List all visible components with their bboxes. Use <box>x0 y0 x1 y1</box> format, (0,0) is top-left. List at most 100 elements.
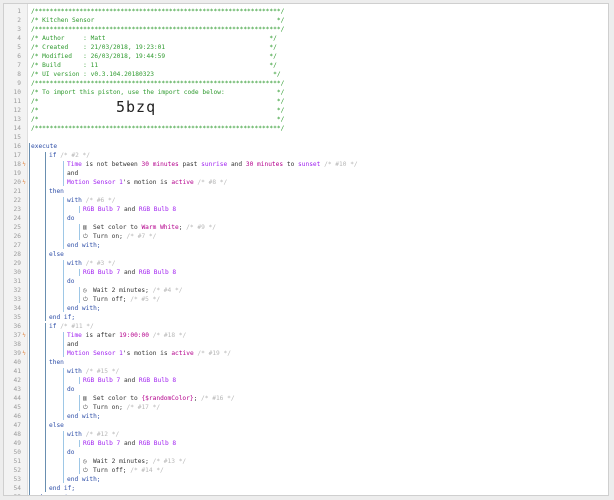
code-line: then <box>49 358 64 367</box>
block-bracket <box>63 332 64 357</box>
line-number: 20 <box>13 179 21 186</box>
power-icon: ⏻ <box>83 467 88 474</box>
header-border: /***************************************… <box>31 7 284 16</box>
code-token: else <box>49 251 64 258</box>
code-line: if /* #11 */ <box>49 322 94 331</box>
block-bracket <box>29 143 30 495</box>
condition-line: Time is not between 30 minutes past sunr… <box>67 160 358 169</box>
header-border: /***************************************… <box>31 79 284 88</box>
condition-trigger-icon: ϟ <box>22 161 26 168</box>
action-line: Turn on; /* #7 */ <box>93 232 156 241</box>
action-line: Wait 2 minutes; /* #13 */ <box>93 457 186 466</box>
line-number: 7 <box>17 62 21 69</box>
code-token: /* #3 */ <box>85 260 116 267</box>
code-token: RGB Bulb 7 <box>83 206 121 213</box>
block-bracket <box>79 440 80 447</box>
block-bracket <box>63 431 64 483</box>
line-number: 37 <box>13 332 21 339</box>
code-line: /* UI version : v0.3.104.20180323 */ <box>31 70 281 79</box>
block-bracket <box>79 269 80 276</box>
code-line: end with; <box>67 412 101 421</box>
code-token: and <box>227 161 246 168</box>
code-line: do <box>67 277 74 286</box>
code-token: do <box>67 215 75 222</box>
line-number: 47 <box>13 422 21 429</box>
code-token: with <box>67 197 82 204</box>
power-icon: ⏻ <box>83 404 88 411</box>
line-number: 44 <box>13 395 21 402</box>
code-token: /* #18 */ <box>148 332 187 339</box>
code-token: RGB Bulb 7 <box>83 269 121 276</box>
header-border: /***************************************… <box>31 124 284 133</box>
code-token: /* #9 */ <box>182 224 216 231</box>
line-number: 2 <box>17 17 21 24</box>
code-line: and <box>67 169 78 178</box>
line-number: 24 <box>13 215 21 222</box>
code-token: /* #15 */ <box>85 368 120 375</box>
set-color-icon: ▥ <box>83 224 87 231</box>
code-token: /* #5 */ <box>126 296 161 303</box>
code-token: Set color to <box>93 395 142 402</box>
block-bracket <box>63 368 64 420</box>
block-bracket <box>45 323 46 492</box>
code-token: /* */ <box>31 116 285 123</box>
code-token: /* Author : Matt */ <box>31 35 277 42</box>
code-token: end if; <box>49 314 76 321</box>
block-bracket <box>63 197 64 249</box>
code-token: 30 minutes <box>245 161 284 168</box>
execute-keyword: execute <box>31 142 57 151</box>
code-line: and <box>67 340 78 349</box>
code-token: sunset <box>298 161 321 168</box>
code-token: Turn off; <box>93 296 127 303</box>
code-line: end if; <box>49 313 75 322</box>
code-token: to <box>283 161 299 168</box>
line-number: 8 <box>17 71 21 78</box>
code-token: RGB Bulb 8 <box>138 377 177 384</box>
code-token: Warm White <box>141 224 179 231</box>
code-editor: 1 2 3 4 5 6 7 8 9 10 11 12 13 14 15 16 17 18 19 20 21 22 23 24 2… <box>3 3 609 496</box>
code-token: /* #17 */ <box>122 404 161 411</box>
line-number: 43 <box>13 386 21 393</box>
code-line: with /* #12 */ <box>67 430 119 439</box>
block-bracket <box>79 224 80 240</box>
line-number: 39 <box>13 350 21 357</box>
code-token: 19:00:00 <box>119 332 149 339</box>
code-token: Wait 2 minutes; <box>93 287 149 294</box>
condition-line: Motion Sensor 1's motion is active /* #1… <box>67 349 231 358</box>
block-bracket <box>79 377 80 384</box>
code-token: end with; <box>67 476 101 483</box>
clock-icon: ◷ <box>83 458 87 465</box>
code-token: end if; <box>49 485 76 492</box>
line-number: 29 <box>13 260 21 267</box>
action-line: Wait 2 minutes; /* #4 */ <box>93 286 182 295</box>
line-number: 45 <box>13 404 21 411</box>
line-number: 35 <box>13 314 21 321</box>
code-token: {$randomColor} <box>141 395 194 402</box>
condition-line: Time is after 19:00:00 /* #18 */ <box>67 331 186 340</box>
code-token: /***************************************… <box>31 8 285 15</box>
line-number: 30 <box>13 269 21 276</box>
code-token: end with; <box>67 413 101 420</box>
code-token: /* #2 */ <box>60 152 90 159</box>
action-line: Turn on; /* #17 */ <box>93 403 160 412</box>
code-token: and <box>120 206 139 213</box>
line-number: 53 <box>13 476 21 483</box>
code-token: /* Build : 11 */ <box>31 62 277 69</box>
code-token: /***************************************… <box>31 125 285 132</box>
line-number: 55 <box>4 493 21 495</box>
code-token: do <box>67 386 75 393</box>
block-bracket <box>79 458 80 474</box>
line-number: 28 <box>13 251 21 258</box>
code-line: with /* #6 */ <box>67 196 115 205</box>
code-token: /* Kitchen Sensor */ <box>31 17 285 24</box>
code-token: past <box>178 161 202 168</box>
code-token: /* #6 */ <box>85 197 116 204</box>
import-code: 5bzq <box>116 98 157 116</box>
line-number: 15 <box>13 134 21 141</box>
code-token: /* #7 */ <box>122 233 157 240</box>
code-token: /***************************************… <box>31 26 285 33</box>
code-token: 30 minutes <box>141 161 179 168</box>
line-number: 13 <box>13 116 21 123</box>
line-number: 17 <box>13 152 21 159</box>
code-token: RGB Bulb 8 <box>138 440 177 447</box>
